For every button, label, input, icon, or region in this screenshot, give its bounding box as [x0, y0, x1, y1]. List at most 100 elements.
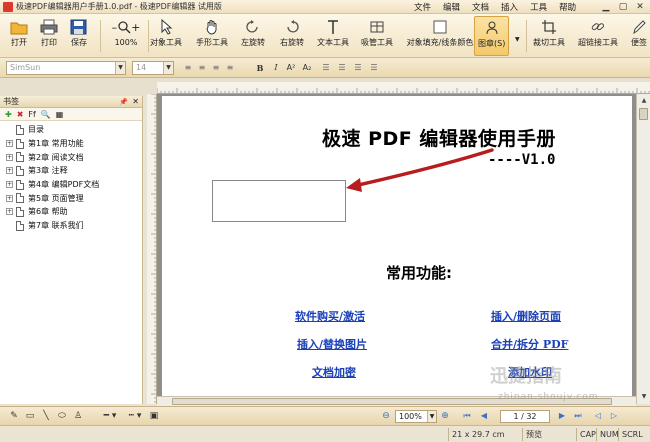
bookmark-tree: 目录 + 第1章 常用功能 + 第2章 阅读文档 + 第3章 注释 + 第4章 … [0, 121, 142, 233]
last-page-button[interactable]: ⏭ [572, 410, 584, 422]
status-bar: 21 x 29.7 cm 预览 CAP NUM SCRL [0, 425, 650, 442]
link-insert-delete-page[interactable]: 插入/删除页面 [491, 308, 561, 324]
add-bookmark-icon[interactable]: ✚ [5, 110, 12, 119]
close-window-button[interactable]: ✕ [632, 1, 648, 13]
expand-icon[interactable]: + [6, 167, 13, 175]
stamp-tool-button[interactable]: 图章(S) [474, 16, 510, 56]
search-bookmark-icon[interactable]: 🔍 [41, 110, 51, 119]
bookmark-item[interactable]: + 第5章 页面管理 [0, 191, 142, 205]
bookmark-item[interactable]: + 第1章 常用功能 [0, 137, 142, 151]
font-size-select[interactable]: 14 ▼ [132, 61, 174, 75]
magnifier-icon [118, 21, 131, 34]
back-button[interactable]: ◁ [592, 410, 604, 422]
menu-insert[interactable]: 插入 [495, 1, 524, 13]
list-icon[interactable]: ☰ [320, 62, 332, 74]
section-heading[interactable]: 常用功能: [386, 262, 452, 283]
print-button[interactable]: 打印 [40, 18, 58, 47]
fill-tool-button[interactable]: 对象填充/线条颜色 [405, 18, 475, 47]
pin-icon[interactable]: 📌 [119, 96, 128, 108]
zoom-in-icon[interactable]: + [131, 21, 140, 34]
line-style-icon[interactable]: ┅ ▾ [124, 410, 146, 422]
superscript-button[interactable]: A² [285, 62, 297, 74]
save-button[interactable]: 保存 [70, 18, 88, 47]
object-tool-button[interactable]: 对象工具 [150, 18, 182, 47]
pencil-icon[interactable]: ✎ [8, 410, 20, 422]
expand-icon[interactable]: + [6, 208, 13, 216]
align-right-icon[interactable]: ≡ [210, 62, 222, 74]
link-merge-split-pdf[interactable]: 合并/拆分 PDF [491, 336, 568, 352]
rename-bookmark-icon[interactable]: Ff [28, 110, 35, 119]
expand-icon[interactable]: + [6, 181, 13, 189]
menu-edit[interactable]: 编辑 [437, 1, 466, 13]
line-width-icon[interactable]: ━ ▾ [98, 410, 122, 422]
selection-box[interactable] [212, 180, 346, 222]
line-icon[interactable]: ╲ [40, 410, 52, 422]
italic-button[interactable]: I [270, 62, 282, 74]
properties-icon[interactable]: ▦ [56, 110, 64, 119]
open-button[interactable]: 打开 [10, 18, 28, 47]
vertical-scrollbar[interactable]: ▲ ▼ [636, 94, 650, 404]
justify-icon[interactable]: ≡ [224, 62, 236, 74]
bookmark-item[interactable]: 目录 [0, 123, 142, 137]
zoom-select[interactable]: 100% ▼ [395, 410, 437, 423]
link-encrypt-document[interactable]: 文档加密 [312, 364, 356, 380]
color-square-icon[interactable]: ▣ [148, 410, 160, 422]
forward-button[interactable]: ▷ [608, 410, 620, 422]
crop-tool-button[interactable]: 裁切工具 [533, 18, 565, 47]
subscript-button[interactable]: A₂ [301, 62, 313, 74]
prev-page-button[interactable]: ◀ [478, 410, 490, 422]
stamp-small-icon[interactable]: ♙ [72, 410, 84, 422]
menu-help[interactable]: 帮助 [553, 1, 582, 13]
zoom-out-icon[interactable]: ⊖ [380, 410, 392, 422]
next-page-button[interactable]: ▶ [556, 410, 568, 422]
page-number-input[interactable]: 1 / 32 [500, 410, 550, 423]
scroll-lock-indicator: SCRL [618, 428, 648, 441]
text-cursor-icon [324, 18, 342, 36]
bookmark-item[interactable]: 第7章 联系我们 [0, 219, 142, 233]
bookmark-item[interactable]: + 第6章 帮助 [0, 205, 142, 219]
ellipse-icon[interactable]: ⬭ [56, 410, 68, 422]
outdent-icon[interactable]: ☰ [368, 62, 380, 74]
menu-tools[interactable]: 工具 [524, 1, 553, 13]
rectangle-icon[interactable]: ▭ [24, 410, 36, 422]
indent-icon[interactable]: ☰ [352, 62, 364, 74]
bold-button[interactable]: B [254, 62, 266, 74]
first-page-button[interactable]: ⏮ [461, 410, 473, 422]
bookmark-item[interactable]: + 第3章 注释 [0, 164, 142, 178]
zoom-control[interactable]: – + 100% [106, 18, 146, 48]
font-name-select[interactable]: SimSun ▼ [6, 61, 126, 75]
pdf-page[interactable]: 极速 PDF 编辑器使用手册 ----V1.0 常用功能: 软件购买/激活 插入… [162, 96, 632, 402]
align-left-icon[interactable]: ≡ [182, 62, 194, 74]
page-icon [16, 138, 24, 149]
link-tool-button[interactable]: 超链接工具 [578, 18, 618, 47]
minimize-button[interactable]: ▁ [598, 1, 614, 13]
bookmark-item[interactable]: + 第4章 编辑PDF文档 [0, 178, 142, 192]
rotate-left-button[interactable]: 左旋转 [241, 18, 265, 47]
expand-icon[interactable]: + [6, 194, 13, 202]
scroll-up-icon[interactable]: ▲ [638, 95, 650, 107]
document-viewport[interactable]: 极速 PDF 编辑器使用手册 ----V1.0 常用功能: 软件购买/激活 插入… [157, 94, 636, 402]
align-center-icon[interactable]: ≡ [196, 62, 208, 74]
list-numbered-icon[interactable]: ☰ [336, 62, 348, 74]
menu-document[interactable]: 文档 [466, 1, 495, 13]
zoom-in-icon[interactable]: ⊕ [439, 410, 451, 422]
dropdown-arrow-icon[interactable]: ▼ [515, 36, 520, 43]
link-purchase-activate[interactable]: 软件购买/激活 [295, 308, 365, 324]
note-tool-button[interactable]: 便签 [630, 18, 648, 47]
text-tool-button[interactable]: 文本工具 [317, 18, 349, 47]
rotate-right-button[interactable]: 右旋转 [280, 18, 304, 47]
fill-color-icon [431, 18, 449, 36]
page-icon [16, 124, 24, 135]
delete-bookmark-icon[interactable]: ✖ [17, 110, 24, 119]
bookmark-item[interactable]: + 第2章 阅读文档 [0, 150, 142, 164]
scroll-down-icon[interactable]: ▼ [638, 391, 650, 403]
link-insert-replace-image[interactable]: 插入/替换图片 [297, 336, 367, 352]
expand-icon[interactable]: + [6, 153, 13, 161]
maximize-button[interactable]: ▢ [615, 1, 631, 13]
expand-icon[interactable]: + [6, 140, 13, 148]
close-icon[interactable]: ✕ [132, 96, 139, 108]
menu-file[interactable]: 文件 [408, 1, 437, 13]
hand-tool-button[interactable]: 手形工具 [196, 18, 228, 47]
scroll-thumb[interactable] [639, 108, 648, 120]
snap-tool-button[interactable]: 吸管工具 [361, 18, 393, 47]
